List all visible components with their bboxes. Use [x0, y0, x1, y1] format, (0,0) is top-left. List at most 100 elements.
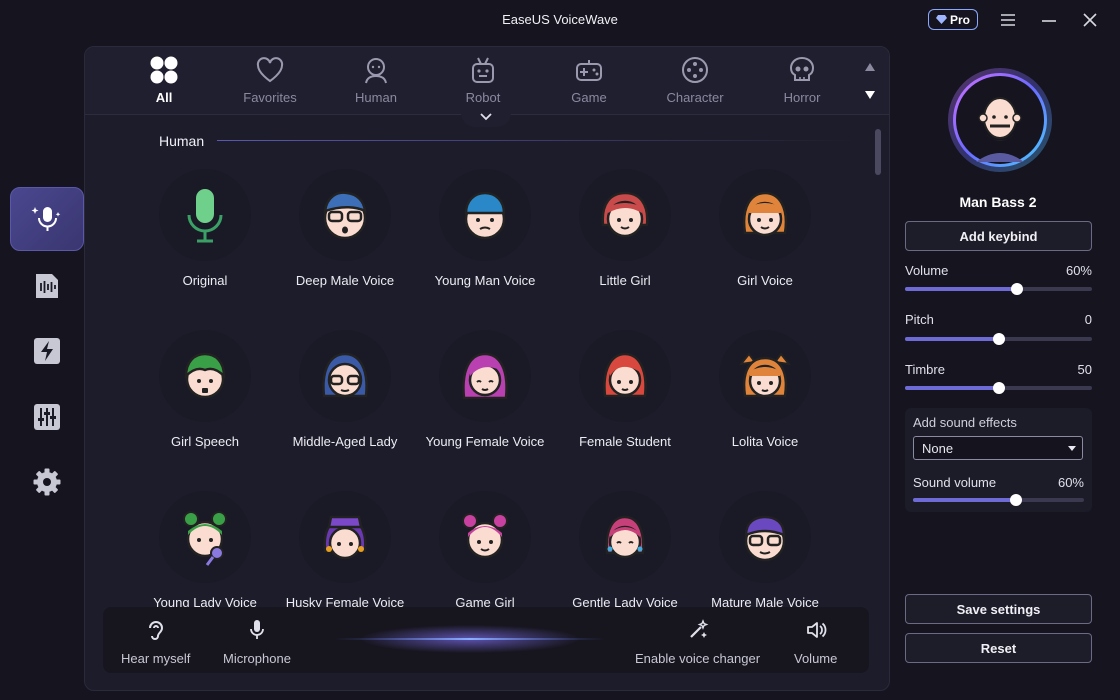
- pitch-row: Pitch 0: [905, 312, 1092, 327]
- tab-all[interactable]: All: [119, 55, 209, 111]
- tab-character[interactable]: Character: [650, 55, 740, 111]
- rail-voice-changer[interactable]: [10, 187, 84, 251]
- pitch-value: 0: [1084, 312, 1092, 327]
- pro-badge[interactable]: Pro: [928, 9, 978, 30]
- voice-young-female[interactable]: Young Female Voice: [415, 330, 555, 449]
- microphone-selector[interactable]: Microphone: [223, 619, 291, 666]
- hear-myself-toggle[interactable]: Hear myself: [121, 619, 190, 666]
- sound-effects-box: Add sound effects None Sound volume 60%: [905, 408, 1092, 512]
- voice-name: Girl Speech: [171, 434, 239, 449]
- voice-mature-male[interactable]: Mature Male Voice: [695, 491, 835, 610]
- voice-middle-aged-lady[interactable]: Middle-Aged Lady: [275, 330, 415, 449]
- girl-speech-avatar-icon: [184, 352, 226, 399]
- voice-name: Little Girl: [599, 273, 651, 288]
- close-button[interactable]: [1080, 10, 1100, 30]
- pitch-slider[interactable]: [905, 333, 1092, 345]
- volume-slider[interactable]: [905, 283, 1092, 295]
- slider-knob[interactable]: [1011, 283, 1024, 295]
- equalizer-icon: [34, 404, 60, 430]
- reset-button[interactable]: Reset: [905, 633, 1092, 663]
- timbre-row: Timbre 50: [905, 362, 1092, 377]
- microphone-sparkle-icon: [31, 207, 61, 231]
- voice-avatar: [299, 330, 391, 422]
- voice-name: Young Female Voice: [425, 434, 545, 449]
- timbre-label: Timbre: [905, 362, 945, 377]
- mature-male-avatar-icon: [744, 515, 786, 562]
- save-settings-button[interactable]: Save settings: [905, 594, 1092, 624]
- voice-young-man[interactable]: Young Man Voice: [415, 169, 555, 288]
- voice-avatar: [159, 330, 251, 422]
- menu-button[interactable]: [998, 10, 1018, 30]
- slider-knob[interactable]: [992, 382, 1005, 394]
- caret-down-icon: [1068, 446, 1076, 451]
- category-tabs: All Favorites Human Robot Game Character…: [85, 47, 889, 115]
- voice-avatar: [719, 169, 811, 261]
- voice-name: Lolita Voice: [731, 434, 799, 449]
- voice-lolita[interactable]: Lolita Voice: [695, 330, 835, 449]
- add-keybind-button[interactable]: Add keybind: [905, 221, 1092, 251]
- audio-file-icon: [36, 274, 58, 298]
- timbre-slider[interactable]: [905, 382, 1092, 394]
- rail-quick-actions[interactable]: [12, 320, 82, 382]
- diamond-icon: [935, 15, 947, 24]
- volume-control[interactable]: Volume: [794, 619, 837, 666]
- scroll-up-icon[interactable]: [863, 61, 877, 73]
- voice-name: Female Student: [579, 434, 671, 449]
- close-icon: [1083, 13, 1097, 27]
- voice-avatar: [159, 491, 251, 583]
- voice-avatar: [719, 330, 811, 422]
- enable-voice-changer-toggle[interactable]: Enable voice changer: [635, 619, 760, 666]
- girl-avatar-icon: [742, 191, 788, 237]
- slider-knob[interactable]: [992, 333, 1005, 345]
- robot-icon: [472, 57, 494, 83]
- selected-voice-avatar: [948, 68, 1052, 172]
- voice-game-girl[interactable]: Game Girl: [415, 491, 555, 610]
- rail-mixer[interactable]: [12, 386, 82, 448]
- voice-young-lady[interactable]: Young Lady Voice: [135, 491, 275, 610]
- rail-soundboard[interactable]: [12, 255, 82, 317]
- ear-icon: [148, 621, 163, 640]
- volume-value: 60%: [1065, 263, 1092, 278]
- rail-settings[interactable]: [12, 451, 82, 513]
- minimize-icon: [1042, 20, 1056, 22]
- tab-label: Favorites: [243, 90, 297, 105]
- voice-avatar: [299, 491, 391, 583]
- voice-girl-speech[interactable]: Girl Speech: [135, 330, 275, 449]
- voice-avatar: [159, 169, 251, 261]
- speaker-icon: [806, 622, 827, 638]
- voice-deep-male[interactable]: Deep Male Voice: [275, 169, 415, 288]
- slider-knob[interactable]: [1009, 494, 1022, 506]
- man-glasses-avatar-icon: [323, 191, 367, 240]
- sound-volume-label: Sound volume: [913, 475, 997, 490]
- volume-row: Volume 60%: [905, 263, 1092, 278]
- voice-original[interactable]: Original: [135, 169, 275, 288]
- sound-effects-select[interactable]: None: [913, 436, 1083, 460]
- voice-girl[interactable]: Girl Voice: [695, 169, 835, 288]
- tab-horror[interactable]: Horror: [757, 55, 847, 111]
- voice-name: Girl Voice: [737, 273, 793, 288]
- voice-little-girl[interactable]: Little Girl: [555, 169, 695, 288]
- sound-volume-value: 60%: [1057, 475, 1084, 490]
- bottom-control-bar: Hear myself Microphone Enable voice chan…: [103, 607, 869, 673]
- voice-husky-female[interactable]: Husky Female Voice: [275, 491, 415, 610]
- little-girl-avatar-icon: [601, 191, 649, 238]
- voice-library-panel: All Favorites Human Robot Game Character…: [84, 46, 890, 691]
- microphone-icon: [250, 620, 264, 639]
- tab-label: Human: [355, 90, 397, 105]
- scrollbar-thumb[interactable]: [875, 129, 881, 175]
- voice-gentle-lady[interactable]: Gentle Lady Voice: [555, 491, 695, 610]
- voice-female-student[interactable]: Female Student: [555, 330, 695, 449]
- scroll-down-icon[interactable]: [863, 89, 877, 101]
- volume-setting-label: Volume: [905, 263, 949, 278]
- tab-human[interactable]: Human: [331, 55, 421, 111]
- tab-label: Character: [666, 90, 724, 105]
- minimize-button[interactable]: [1039, 10, 1059, 30]
- chevron-down-icon: [480, 113, 492, 121]
- sound-effects-selected: None: [922, 440, 954, 456]
- tab-robot[interactable]: Robot: [438, 55, 528, 111]
- tab-favorites[interactable]: Favorites: [225, 55, 315, 111]
- sound-volume-slider[interactable]: [913, 494, 1084, 506]
- gamepad-icon: [576, 60, 602, 81]
- tab-game[interactable]: Game: [544, 55, 634, 111]
- collapse-tab[interactable]: [461, 113, 511, 127]
